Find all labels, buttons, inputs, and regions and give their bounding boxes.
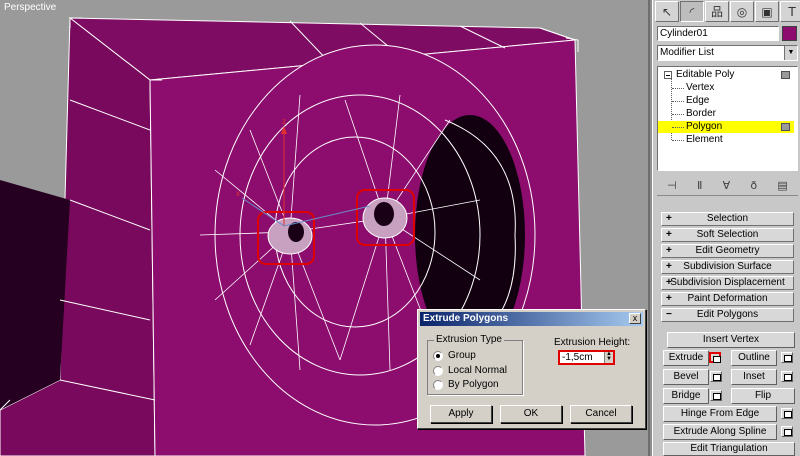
bridge-button[interactable]: Bridge [663, 388, 709, 404]
option-group[interactable]: Group [433, 350, 476, 362]
make-unique-icon[interactable]: ∀ [723, 179, 731, 192]
bridge-settings-icon[interactable] [710, 390, 722, 401]
object-color-swatch[interactable] [782, 26, 797, 41]
stack-item-polygon[interactable]: Polygon [658, 121, 794, 133]
rollout-subdivision-surface[interactable]: + Subdivision Surface [661, 260, 794, 274]
extrude-settings-icon[interactable] [709, 352, 721, 363]
axis-x-label: x [236, 189, 240, 198]
rollout-edit-polygons[interactable]: − Edit Polygons [661, 308, 794, 322]
panel-tabs: ↖ ◜ 品 ◎ ▣ T [655, 1, 800, 23]
apply-button[interactable]: Apply [430, 405, 492, 423]
outline-button[interactable]: Outline [731, 350, 777, 366]
extrude-spline-settings-icon[interactable] [781, 426, 793, 437]
modifier-stack[interactable]: Editable Poly Vertex Edge Border Polygon… [657, 66, 798, 171]
rollout-edit-geometry[interactable]: + Edit Geometry [661, 244, 794, 258]
outline-settings-icon[interactable] [781, 352, 793, 363]
option-local-normal[interactable]: Local Normal [433, 365, 507, 377]
command-panel: ↖ ◜ 品 ◎ ▣ T Cylinder01 Modifier List ▼ E… [652, 0, 800, 456]
radio-local-normal-icon[interactable] [433, 366, 443, 376]
motion-tab-icon[interactable]: ◎ [730, 1, 754, 22]
stack-toggle-icon[interactable] [781, 123, 790, 131]
hinge-from-edge-button[interactable]: Hinge From Edge [663, 406, 777, 422]
rollout-paint-deformation[interactable]: + Paint Deformation [661, 292, 794, 306]
axis-z-label: z [282, 117, 286, 126]
stack-item-element[interactable]: Element [658, 134, 794, 146]
modifier-list-label: Modifier List [660, 47, 714, 58]
dialog-title: Extrude Polygons [423, 313, 509, 324]
extrude-button[interactable]: Extrude [663, 350, 709, 366]
stack-item-vertex[interactable]: Vertex [658, 82, 794, 94]
extrude-polygons-dialog: Extrude Polygons x Extrusion Type Group … [417, 309, 646, 429]
configure-sets-icon[interactable]: ▤ [777, 179, 787, 192]
modify-tab-icon[interactable]: ◜ [680, 1, 704, 22]
display-tab-icon[interactable]: ▣ [755, 1, 779, 22]
option-by-polygon[interactable]: By Polygon [433, 379, 499, 391]
modifier-list-dropdown[interactable]: Modifier List ▼ [657, 45, 798, 61]
extrusion-height-label: Extrusion Height: [554, 337, 631, 348]
stack-toolbar: ⊣ Ⅱ ∀ ð ▤ [657, 176, 798, 196]
rollout-soft-selection[interactable]: + Soft Selection [661, 228, 794, 242]
radio-group-icon[interactable] [433, 351, 443, 361]
viewport-label[interactable]: Perspective [4, 2, 56, 13]
spinner-icon[interactable]: ▲ ▼ [604, 351, 613, 363]
remove-modifier-icon[interactable]: ð [750, 179, 757, 192]
stack-item-edge[interactable]: Edge [658, 95, 794, 107]
extrude-along-spline-button[interactable]: Extrude Along Spline [663, 424, 777, 440]
bevel-button[interactable]: Bevel [663, 369, 709, 385]
stack-toggle-icon[interactable] [781, 71, 790, 79]
insert-vertex-button[interactable]: Insert Vertex [667, 332, 795, 348]
cancel-button[interactable]: Cancel [570, 405, 632, 423]
stack-item-editable-poly[interactable]: Editable Poly [658, 69, 794, 81]
extrusion-height-input[interactable]: -1,5cm ▲ ▼ [558, 350, 615, 365]
pin-stack-icon[interactable]: ⊣ [667, 179, 677, 192]
rollout-list: + Selection + Soft Selection + Edit Geometr… [657, 212, 798, 324]
hierarchy-tab-icon[interactable]: 品 [705, 1, 729, 22]
cube-dark-side [0, 180, 70, 410]
collapse-icon[interactable] [664, 71, 672, 79]
inset-button[interactable]: Inset [731, 369, 777, 385]
edit-triangulation-button[interactable]: Edit Triangulation [663, 442, 795, 456]
show-end-result-icon[interactable]: Ⅱ [697, 179, 702, 192]
flip-button[interactable]: Flip [731, 388, 795, 404]
ok-button[interactable]: OK [500, 405, 562, 423]
chevron-down-icon[interactable]: ▼ [784, 46, 797, 60]
create-tab-icon[interactable]: ↖ [655, 1, 679, 22]
object-name-field[interactable]: Cylinder01 [657, 26, 779, 41]
utilities-tab-icon[interactable]: T [780, 1, 800, 22]
bevel-settings-icon[interactable] [710, 371, 722, 382]
hinge-settings-icon[interactable] [781, 408, 793, 419]
extrusion-type-label: Extrusion Type [434, 334, 504, 345]
radio-by-polygon-icon[interactable] [433, 380, 443, 390]
close-icon[interactable]: x [629, 313, 641, 324]
stack-item-border[interactable]: Border [658, 108, 794, 120]
inset-settings-icon[interactable] [781, 371, 793, 382]
rollout-subdivision-displacement[interactable]: + Subdivision Displacement [661, 276, 794, 290]
dialog-title-bar[interactable]: Extrude Polygons x [420, 312, 643, 326]
rollout-selection[interactable]: + Selection [661, 212, 794, 226]
